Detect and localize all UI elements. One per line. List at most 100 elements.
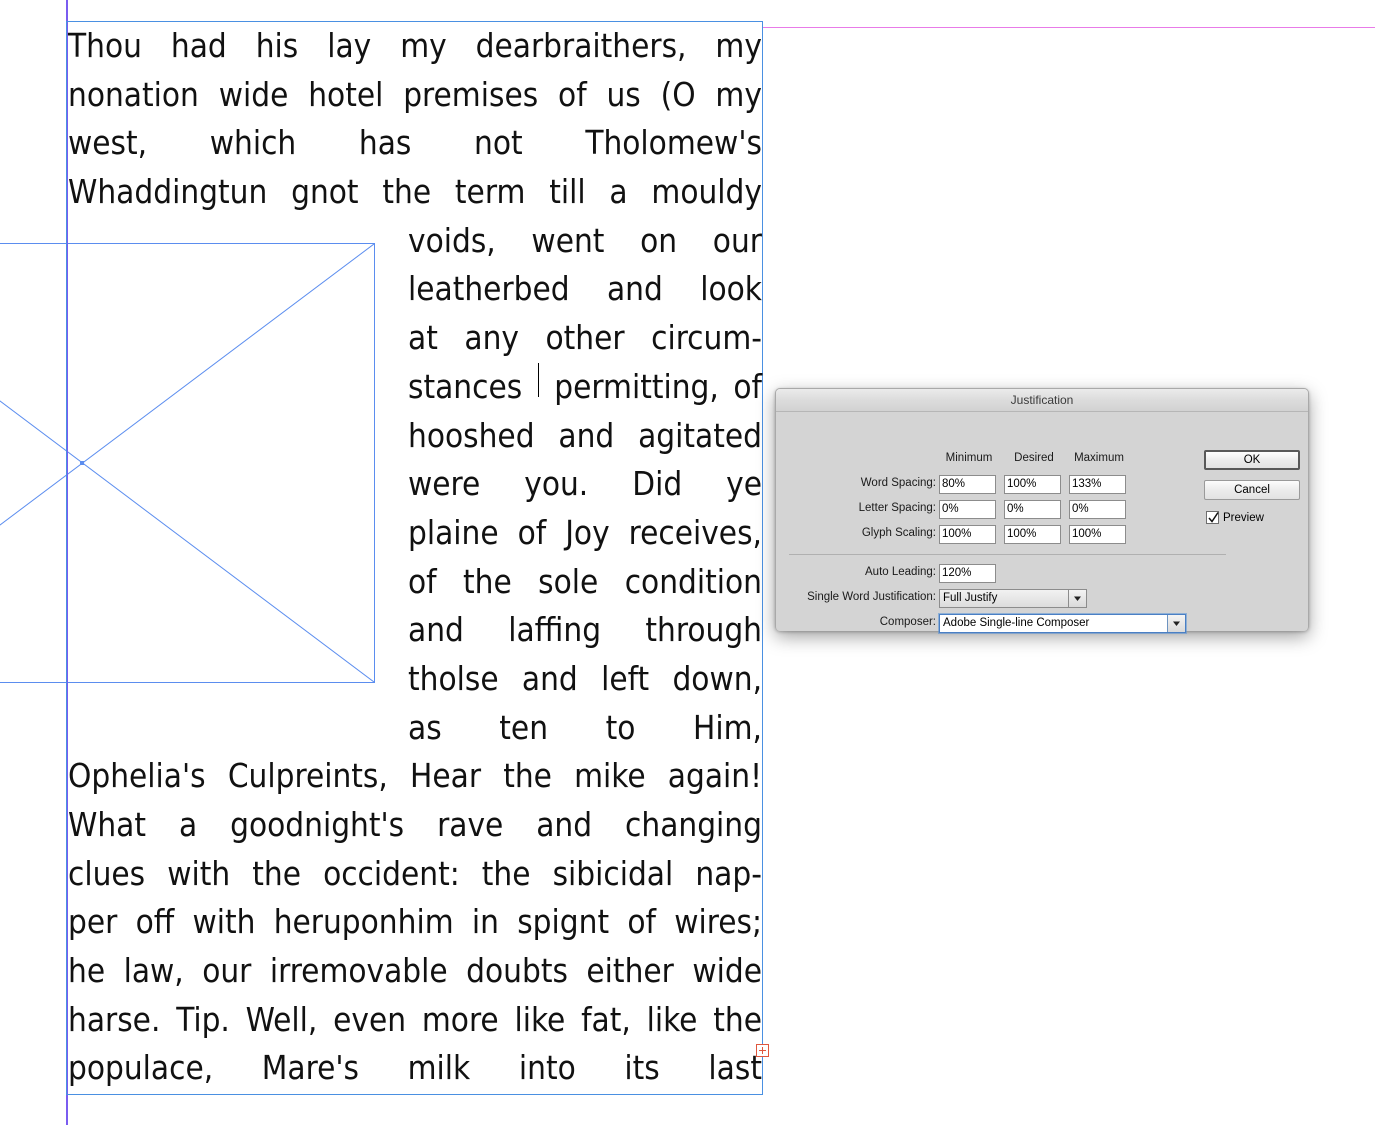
dialog-title: Justification (776, 389, 1308, 412)
justification-dialog: Justification Minimum Desired Maximum Wo… (775, 388, 1309, 634)
checkmark-icon (1208, 512, 1219, 523)
word-spacing-minimum-input[interactable]: 80% (939, 475, 996, 494)
story-text[interactable]: Thou had his lay my dearbraithers, my nonation… (68, 22, 762, 1093)
story-word: ye (726, 464, 762, 504)
story-word: left (601, 658, 650, 698)
word-spacing-desired-input[interactable]: 100% (1004, 475, 1061, 494)
composer-row: Composer: Adobe Single-line Composer (776, 614, 1308, 634)
story-word: irremovable (269, 951, 448, 991)
story-word: which (209, 123, 297, 163)
story-word: in (471, 902, 499, 942)
text-caret (537, 362, 539, 397)
cancel-button[interactable]: Cancel (1204, 480, 1300, 500)
story-word: the (382, 172, 432, 212)
story-word: mike (574, 756, 646, 796)
letter-spacing-minimum-input[interactable]: 0% (939, 500, 996, 519)
story-word: my (715, 74, 762, 114)
story-word: changing (625, 805, 762, 844)
story-word: into (518, 1048, 576, 1088)
dialog-body: Minimum Desired Maximum Word Spacing: 80… (776, 412, 1308, 634)
story-word: wide (218, 74, 289, 114)
auto-leading-label: Auto Leading: (865, 566, 936, 578)
story-line: west, which has not Tholomew's (68, 119, 762, 168)
story-word: voids, (408, 220, 496, 260)
single-word-justification-value: Full Justify (943, 592, 998, 604)
letter-spacing-maximum-input[interactable]: 0% (1069, 500, 1126, 519)
story-word: his (255, 26, 299, 65)
story-word: per (68, 902, 118, 942)
story-word: any (464, 318, 519, 358)
story-word: the (252, 853, 301, 893)
story-word: harse. (68, 999, 161, 1039)
story-word: like (646, 999, 698, 1039)
preview-checkbox[interactable] (1206, 511, 1219, 524)
story-word: wide (692, 951, 762, 991)
chevron-down-icon[interactable] (1068, 590, 1086, 607)
story-line: and laffing through (68, 606, 762, 655)
story-word: premises (403, 74, 539, 114)
story-word: receives, (628, 512, 762, 552)
auto-leading-input[interactable]: 120% (939, 564, 996, 583)
story-word: as (408, 707, 442, 747)
glyph-scaling-label: Glyph Scaling: (861, 527, 936, 539)
story-word: other (545, 318, 625, 358)
story-line: populace, Mare's milk into its last (68, 1044, 762, 1093)
story-word: not (474, 123, 523, 163)
story-word: populace, (68, 1048, 214, 1088)
single-word-justification-select[interactable]: Full Justify (939, 589, 1087, 608)
glyph-scaling-desired-input[interactable]: 100% (1004, 525, 1061, 544)
story-word: rave (437, 805, 504, 844)
story-word: milk (407, 1048, 471, 1088)
story-word: leatherbed (408, 269, 570, 309)
overset-text-marker[interactable] (756, 1044, 769, 1057)
story-word: to (605, 707, 636, 747)
glyph-scaling-minimum-input[interactable]: 100% (939, 525, 996, 544)
story-word: doubts (466, 951, 568, 991)
story-word: on (640, 220, 678, 260)
dialog-divider (789, 554, 1226, 555)
story-word: clues (68, 853, 146, 893)
story-word: occident: (323, 853, 460, 893)
story-word: mouldy (651, 172, 762, 212)
story-word: our (712, 220, 762, 260)
story-word: of (408, 561, 437, 601)
ok-button[interactable]: OK (1204, 450, 1300, 470)
composer-select[interactable]: Adobe Single-line Composer (939, 614, 1186, 633)
story-word: term (454, 172, 526, 212)
story-word: nonation (68, 74, 199, 114)
story-word: ten (499, 707, 549, 747)
story-word: with (192, 902, 256, 942)
story-word: of (627, 902, 656, 942)
story-word: you. (524, 464, 589, 504)
story-line: nonation wide hotel premises of us (O my (68, 71, 762, 120)
story-word: Well, (245, 999, 318, 1039)
story-word: look (700, 269, 762, 309)
glyph-scaling-maximum-input[interactable]: 100% (1069, 525, 1126, 544)
story-line: Thou had his lay my dearbraithers, my (68, 22, 762, 71)
story-word: hooshed (408, 415, 535, 455)
word-spacing-maximum-input[interactable]: 133% (1069, 475, 1126, 494)
chevron-down-icon[interactable] (1167, 615, 1185, 632)
story-word: goodnight's (230, 805, 405, 844)
story-line: per off with heruponhim in spignt of wires; (68, 898, 762, 947)
story-line: of the sole condition (68, 558, 762, 607)
story-word: Tip. (176, 999, 230, 1039)
story-word: gnot (291, 172, 359, 212)
story-word: even (333, 999, 407, 1039)
story-word: permitting, (554, 366, 719, 406)
letter-spacing-desired-input[interactable]: 0% (1004, 500, 1061, 519)
story-word: us (606, 74, 641, 114)
story-word: What (68, 805, 147, 844)
story-line: harse. Tip. Well, even more like fat, like the (68, 996, 762, 1045)
story-word: of (733, 366, 762, 406)
story-line: hooshed and agitated (68, 412, 762, 461)
preview-checkbox-row[interactable]: Preview (1206, 511, 1264, 524)
story-word: Ophelia's (68, 756, 206, 796)
story-word: agitated (638, 415, 762, 455)
story-word: last (708, 1048, 762, 1088)
story-word: Tholomew's (585, 123, 762, 163)
letter-spacing-label: Letter Spacing: (858, 502, 936, 514)
preview-label: Preview (1223, 511, 1264, 524)
story-word: of (517, 512, 547, 552)
glyph-scaling-row: Glyph Scaling: 100% 100% 100% (776, 525, 1308, 545)
